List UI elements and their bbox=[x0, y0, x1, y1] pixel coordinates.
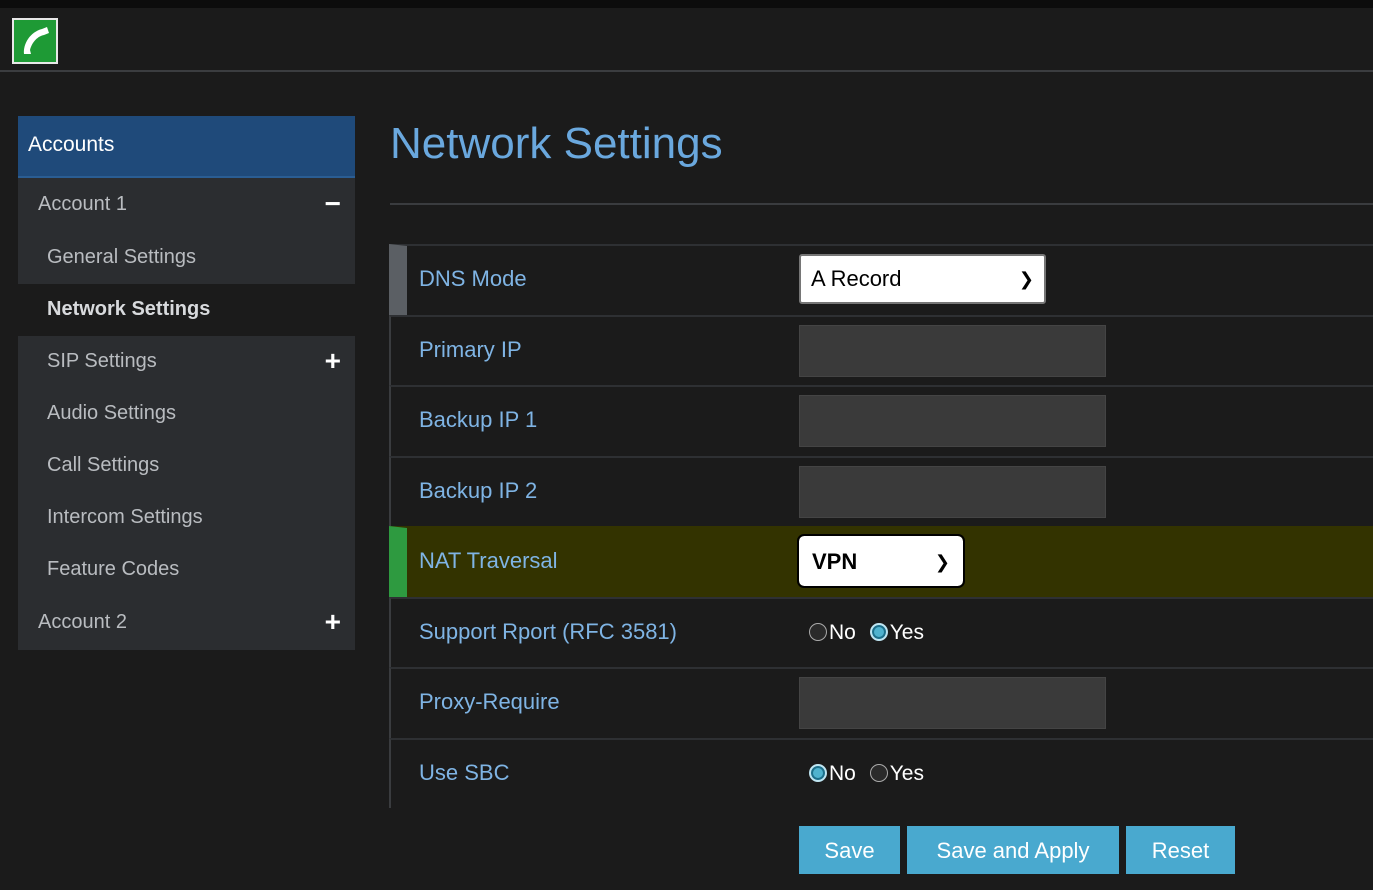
form-row-backup-ip-2: Backup IP 2 bbox=[389, 455, 1373, 526]
support-rport-radio-group: No Yes bbox=[809, 621, 932, 645]
form-row-nat-traversal: NAT Traversal VPN ❯ bbox=[389, 526, 1373, 597]
sidebar: Accounts Account 1 − General Settings Ne… bbox=[18, 116, 355, 650]
sidebar-item-intercom-settings[interactable]: Intercom Settings bbox=[18, 492, 355, 544]
use-sbc-no-radio[interactable] bbox=[809, 763, 827, 782]
radio-label: Yes bbox=[889, 761, 924, 785]
use-sbc-label: Use SBC bbox=[419, 759, 510, 785]
form-row-use-sbc: Use SBC No Yes bbox=[389, 737, 1373, 808]
primary-ip-input[interactable] bbox=[799, 324, 1106, 377]
save-and-apply-button[interactable]: Save and Apply bbox=[907, 826, 1119, 874]
sidebar-item-label: Intercom Settings bbox=[47, 506, 203, 528]
backup-ip-2-input[interactable] bbox=[799, 465, 1106, 518]
collapse-icon[interactable]: − bbox=[325, 178, 341, 230]
form-row-primary-ip: Primary IP bbox=[389, 314, 1373, 385]
use-sbc-yes-radio[interactable] bbox=[869, 763, 888, 782]
sidebar-item-feature-codes[interactable]: Feature Codes bbox=[18, 544, 355, 596]
sidebar-item-sip-settings[interactable]: SIP Settings + bbox=[18, 336, 355, 388]
proxy-require-label: Proxy-Require bbox=[419, 689, 560, 714]
radio-label: No bbox=[829, 761, 856, 785]
sidebar-item-label: Audio Settings bbox=[47, 402, 176, 424]
radio-label: Yes bbox=[889, 620, 924, 644]
dns-mode-label: DNS Mode bbox=[419, 266, 527, 291]
form-row-dns-mode: DNS Mode A Record ❯ bbox=[389, 244, 1373, 315]
backup-ip-1-input[interactable] bbox=[799, 395, 1106, 447]
sidebar-item-label: Call Settings bbox=[47, 454, 160, 476]
sidebar-account-label: Account 1 bbox=[38, 193, 127, 215]
support-rport-label: Support Rport (RFC 3581) bbox=[419, 618, 677, 644]
sidebar-item-label: SIP Settings bbox=[47, 350, 157, 372]
page-title: Network Settings bbox=[390, 119, 723, 168]
sidebar-item-audio-settings[interactable]: Audio Settings bbox=[18, 388, 355, 440]
primary-ip-label: Primary IP bbox=[419, 336, 522, 362]
sidebar-item-general-settings[interactable]: General Settings bbox=[18, 232, 355, 284]
dns-mode-select[interactable]: A Record ❯ bbox=[799, 254, 1046, 304]
nat-traversal-value: VPN bbox=[812, 549, 858, 574]
save-button[interactable]: Save bbox=[799, 826, 900, 874]
network-settings-form: DNS Mode A Record ❯ Primary IP Backup IP… bbox=[389, 244, 1373, 808]
sidebar-account-1[interactable]: Account 1 − bbox=[18, 178, 355, 232]
sidebar-item-label: Feature Codes bbox=[47, 558, 180, 580]
title-divider bbox=[390, 203, 1373, 205]
backup-ip-1-label: Backup IP 1 bbox=[419, 407, 538, 432]
sidebar-item-label: Network Settings bbox=[47, 298, 211, 320]
support-rport-no-radio[interactable] bbox=[809, 622, 827, 641]
use-sbc-radio-group: No Yes bbox=[809, 762, 932, 786]
chevron-down-icon: ❯ bbox=[1018, 269, 1034, 289]
expand-icon[interactable]: + bbox=[325, 596, 341, 648]
reset-button[interactable]: Reset bbox=[1126, 826, 1235, 874]
proxy-require-input[interactable] bbox=[799, 677, 1106, 729]
form-row-support-rport: Support Rport (RFC 3581) No Yes bbox=[389, 596, 1373, 667]
backup-ip-2-label: Backup IP 2 bbox=[419, 477, 538, 503]
form-row-backup-ip-1: Backup IP 1 bbox=[389, 385, 1373, 456]
sidebar-item-call-settings[interactable]: Call Settings bbox=[18, 440, 355, 492]
expand-icon[interactable]: + bbox=[325, 336, 341, 386]
dns-mode-value: A Record bbox=[811, 266, 902, 291]
top-bar bbox=[0, 0, 1373, 72]
support-rport-yes-radio[interactable] bbox=[869, 622, 888, 641]
form-row-proxy-require: Proxy-Require bbox=[389, 667, 1373, 738]
phone-logo-icon bbox=[12, 18, 58, 64]
sidebar-item-label: General Settings bbox=[47, 246, 196, 268]
sidebar-item-network-settings[interactable]: Network Settings bbox=[18, 284, 355, 336]
sidebar-account-2[interactable]: Account 2 + bbox=[18, 596, 355, 650]
sidebar-header-accounts[interactable]: Accounts bbox=[18, 116, 355, 178]
chevron-down-icon: ❯ bbox=[934, 552, 950, 572]
radio-label: No bbox=[829, 620, 856, 644]
nat-traversal-select[interactable]: VPN ❯ bbox=[797, 534, 965, 588]
sidebar-account-label: Account 2 bbox=[38, 611, 127, 633]
nat-traversal-label: NAT Traversal bbox=[419, 548, 558, 573]
